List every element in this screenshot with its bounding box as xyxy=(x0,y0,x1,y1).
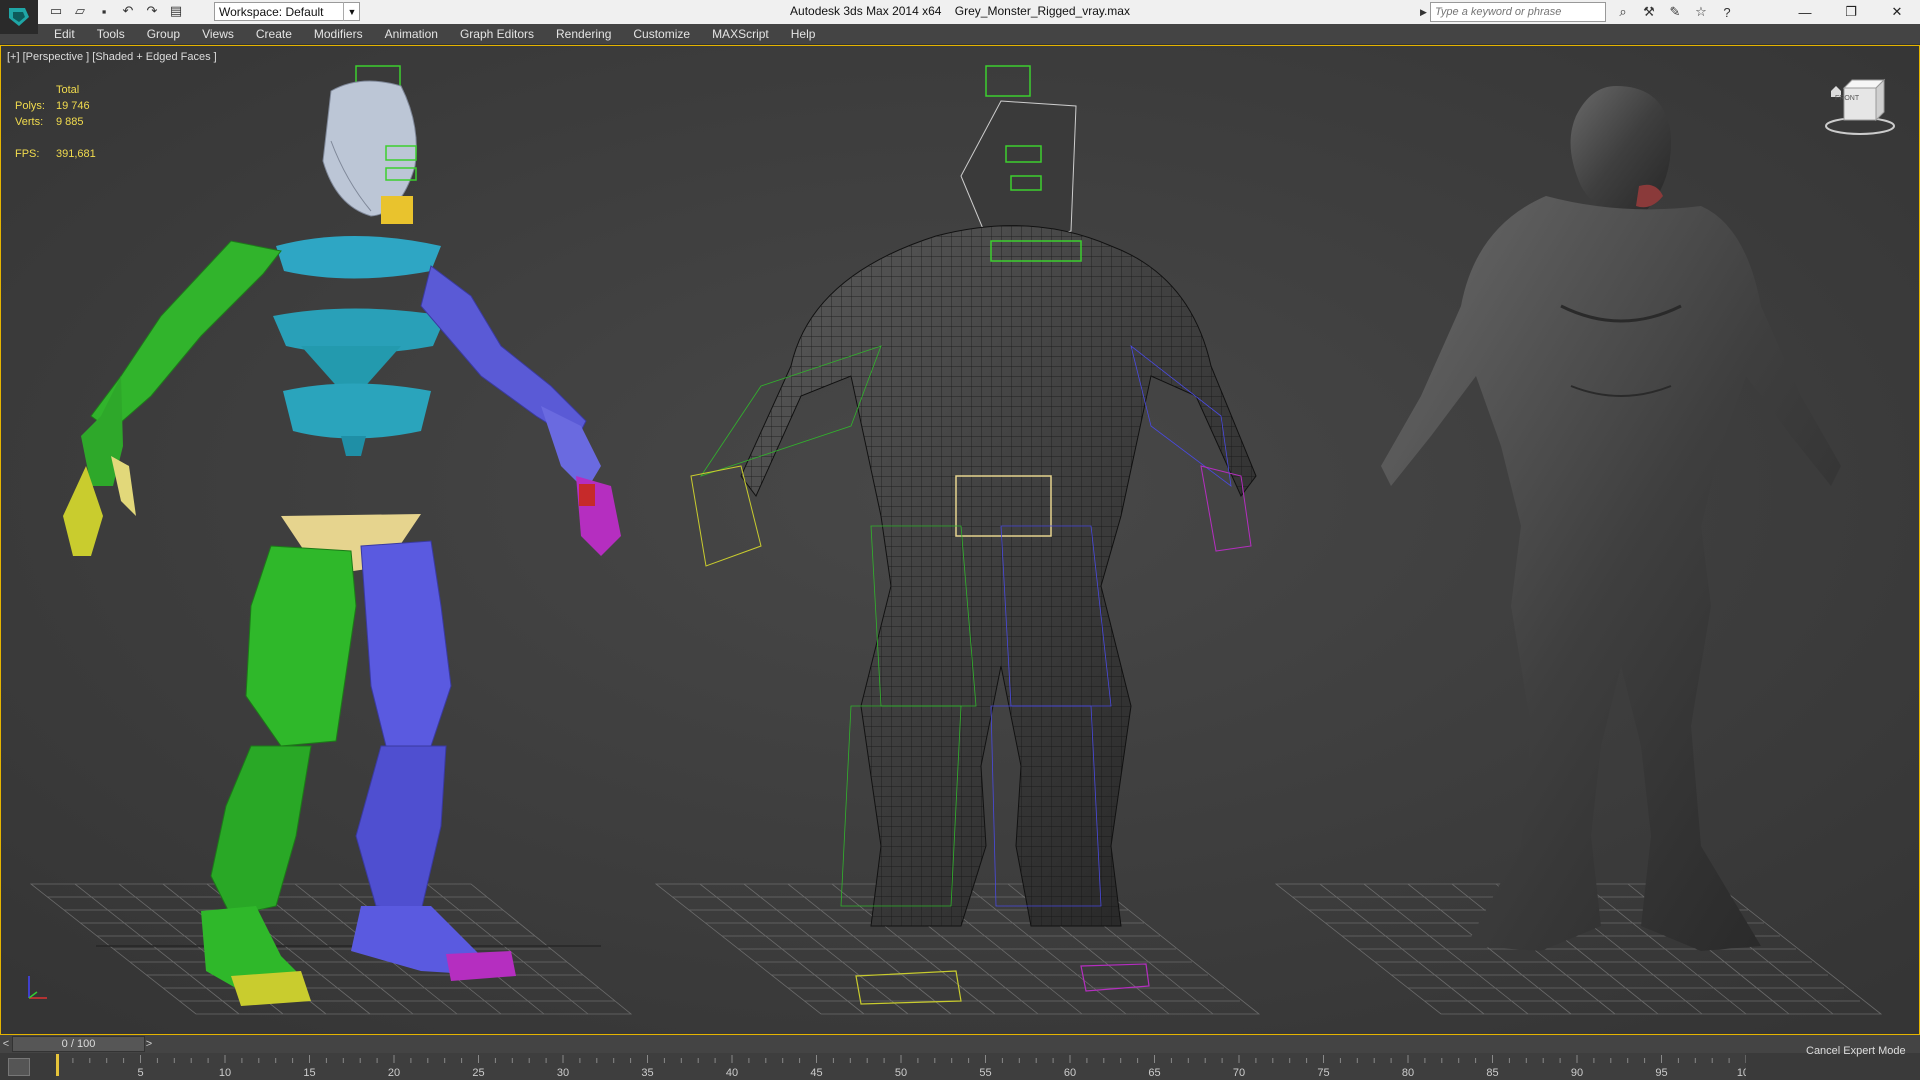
menu-rendering[interactable]: Rendering xyxy=(556,27,611,41)
track-tick-label: 40 xyxy=(726,1067,738,1079)
menu-group[interactable]: Group xyxy=(147,27,180,41)
track-tick-label: 35 xyxy=(641,1067,653,1079)
statistics-overlay: Total Polys: 19 746 Verts: 9 885 FPS: 391,6… xyxy=(15,82,96,162)
communication-icon[interactable]: ✎ xyxy=(1664,2,1686,22)
title-bar: ▭ ▱ ▪ ↶ ↷ ▤ Workspace: Default ▼ Autodes… xyxy=(0,0,1920,34)
menu-animation[interactable]: Animation xyxy=(385,27,438,41)
track-tick-label: 45 xyxy=(810,1067,822,1079)
minimize-icon[interactable]: — xyxy=(1782,0,1828,24)
menu-edit[interactable]: Edit xyxy=(54,27,75,41)
track-tick-label: 100 xyxy=(1737,1067,1746,1079)
track-tick-label: 90 xyxy=(1571,1067,1583,1079)
binoculars-icon[interactable]: ⌕ xyxy=(1612,2,1634,22)
workspace-label: Workspace: Default xyxy=(219,4,324,19)
infocenter-icons: ⌕ ⚒ ✎ ☆ ? xyxy=(1612,2,1738,22)
menu-tools[interactable]: Tools xyxy=(97,27,125,41)
open-file-icon[interactable]: ▱ xyxy=(70,2,90,20)
quick-access-toolbar: ▭ ▱ ▪ ↶ ↷ ▤ xyxy=(46,2,186,20)
polys-value: 19 746 xyxy=(56,100,90,112)
menu-maxscript[interactable]: MAXScript xyxy=(712,27,769,41)
favorites-icon[interactable]: ☆ xyxy=(1690,2,1712,22)
track-tick-label: 65 xyxy=(1148,1067,1160,1079)
track-bar[interactable]: 5 10 15 20 25 30 35 40 45 50 55 60 65 70 75 80 85 90 95 100 xyxy=(56,1053,1746,1080)
track-tick-label: 20 xyxy=(388,1067,400,1079)
cancel-expert-mode-button[interactable]: Cancel Expert Mode xyxy=(1806,1045,1906,1057)
menu-graph-editors[interactable]: Graph Editors xyxy=(460,27,534,41)
search-expand-icon[interactable]: ▶ xyxy=(1420,2,1430,22)
viewport-scene[interactable] xyxy=(1,46,1920,1035)
menu-bar: Edit Tools Group Views Create Modifiers … xyxy=(0,24,1920,45)
track-tick-label: 75 xyxy=(1317,1067,1329,1079)
help-icon[interactable]: ? xyxy=(1716,2,1738,22)
undo-icon[interactable]: ↶ xyxy=(118,2,138,20)
stats-header: Total xyxy=(56,84,80,96)
viewcube-face-label: FRONT xyxy=(1835,95,1860,102)
track-tick-label: 70 xyxy=(1233,1067,1245,1079)
menu-customize[interactable]: Customize xyxy=(633,27,690,41)
menu-create[interactable]: Create xyxy=(256,27,292,41)
project-folder-icon[interactable]: ▤ xyxy=(166,2,186,20)
track-tick-label: 85 xyxy=(1486,1067,1498,1079)
verts-value: 9 885 xyxy=(56,116,84,128)
time-slider-prev[interactable]: < xyxy=(0,1035,12,1053)
mini-curve-editor-icon[interactable] xyxy=(8,1058,30,1076)
time-slider[interactable]: < 0 / 100 > xyxy=(0,1035,1920,1053)
fps-value: 391,681 xyxy=(56,148,96,160)
save-file-icon[interactable]: ▪ xyxy=(94,2,114,20)
redo-icon[interactable]: ↷ xyxy=(142,2,162,20)
verts-label: Verts: xyxy=(15,116,44,128)
track-tick-label: 30 xyxy=(557,1067,569,1079)
fps-label: FPS: xyxy=(15,148,40,160)
workspace-dropdown-arrow-icon[interactable]: ▼ xyxy=(343,2,360,21)
viewcube[interactable]: FRONT xyxy=(1813,82,1879,142)
polys-label: Polys: xyxy=(15,100,45,112)
menu-views[interactable]: Views xyxy=(202,27,234,41)
axis-tripod-icon xyxy=(28,976,47,999)
viewport-label[interactable]: [+] [Perspective ] [Shaded + Edged Faces… xyxy=(7,51,217,63)
subscription-icon[interactable]: ⚒ xyxy=(1638,2,1660,22)
menu-help[interactable]: Help xyxy=(791,27,816,41)
new-file-icon[interactable]: ▭ xyxy=(46,2,66,20)
workspace-dropdown[interactable]: Workspace: Default xyxy=(214,2,360,21)
time-slider-thumb[interactable]: 0 / 100 xyxy=(12,1036,145,1052)
time-slider-next[interactable]: > xyxy=(142,1035,156,1053)
track-tick-label: 55 xyxy=(979,1067,991,1079)
track-tick-label: 80 xyxy=(1402,1067,1414,1079)
track-bar-row: 5 10 15 20 25 30 35 40 45 50 55 60 65 70 75 80 85 90 95 100 xyxy=(0,1053,1920,1080)
search-input[interactable] xyxy=(1430,2,1606,22)
perspective-viewport[interactable]: [+] [Perspective ] [Shaded + Edged Faces… xyxy=(0,45,1920,1035)
track-tick-label: 95 xyxy=(1655,1067,1667,1079)
track-tick-label: 15 xyxy=(303,1067,315,1079)
menu-modifiers[interactable]: Modifiers xyxy=(314,27,363,41)
track-tick-label: 60 xyxy=(1064,1067,1076,1079)
track-tick-label: 25 xyxy=(472,1067,484,1079)
3dsmax-logo-icon xyxy=(9,8,29,26)
infocenter-search: ▶ xyxy=(1420,2,1606,22)
app-menu-button[interactable] xyxy=(0,0,38,34)
restore-icon[interactable]: ❐ xyxy=(1828,0,1874,24)
close-icon[interactable]: ✕ xyxy=(1874,0,1920,24)
current-frame-marker[interactable] xyxy=(56,1054,59,1076)
window-controls: — ❐ ✕ xyxy=(1782,0,1920,24)
track-tick-label: 10 xyxy=(219,1067,231,1079)
track-tick-label: 5 xyxy=(137,1067,143,1079)
track-tick-label: 50 xyxy=(895,1067,907,1079)
